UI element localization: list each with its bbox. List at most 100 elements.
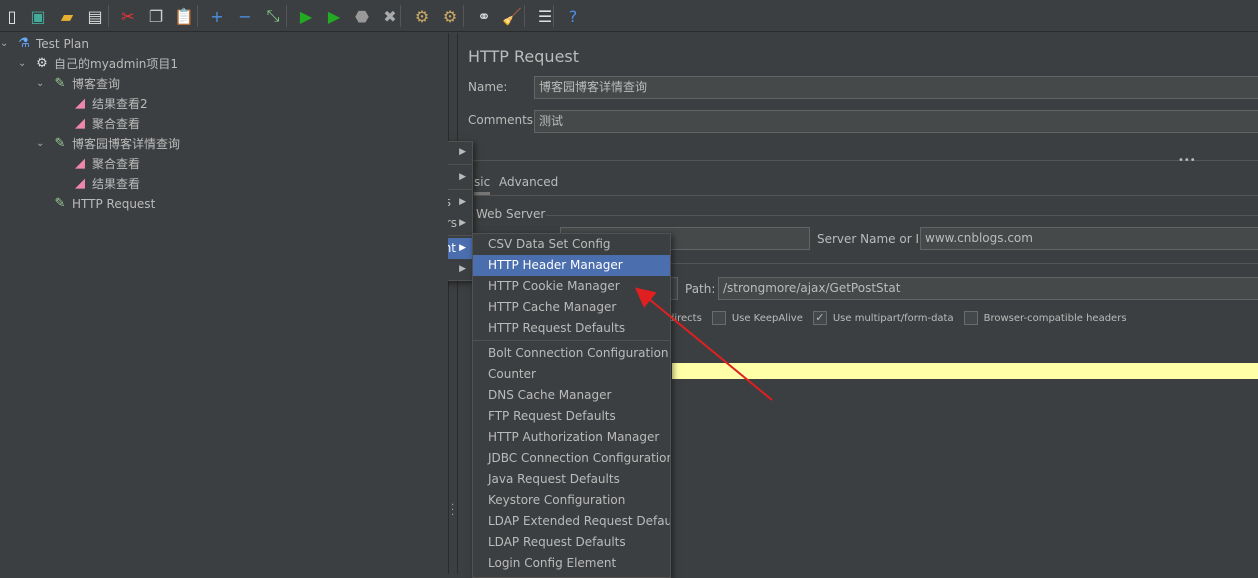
menu-item-csv-data-set-config[interactable]: CSV Data Set Config [473,234,670,255]
toolbar-separator [553,5,554,27]
tree-node[interactable]: ◢ 结果查看 [56,174,140,194]
test-plan-tree: ⌄ ⚗ Test Plan ⌄ ⚙ 自己的myadmin项目1 ⌄ ✎ 博客查询 ◢ 结果查看2 ◢ 聚… [0,33,448,574]
keepalive-checkbox[interactable]: Use KeepAlive [711,311,803,325]
toolbar-separator [286,5,287,27]
chevron-down-icon[interactable]: ⌄ [0,34,12,54]
tree-node[interactable]: ⌄ ⚗ Test Plan [0,34,89,54]
multipart-checkbox[interactable]: ✓ Use multipart/form-data [812,311,954,325]
new-icon[interactable]: ▯ [1,5,23,27]
menu-item-http-authorization-manager[interactable]: HTTP Authorization Manager [473,427,670,448]
clear-icon[interactable]: ⚙ [411,5,433,27]
paste-icon[interactable]: 📋 [173,5,195,27]
reset-search-icon[interactable]: 🧹 [501,5,523,27]
menu-item-java-request-defaults[interactable]: Java Request Defaults [473,469,670,490]
path-input[interactable]: /strongmore/ajax/GetPostStat [718,277,1258,300]
server-label: Server Name or IP: [817,232,931,246]
chevron-down-icon[interactable]: ⌄ [36,134,48,154]
help-icon[interactable]: ? [562,5,584,27]
tree-node[interactable]: ✎ HTTP Request [36,194,156,214]
web-server-label: Web Server [476,207,546,221]
chevron-down-icon[interactable]: ⌄ [18,54,30,74]
submenu-arrow-icon: ▶ [459,218,466,228]
menu-item-label: Login Config Element [488,556,617,570]
menu-item-dns-cache-manager[interactable]: DNS Cache Manager [473,385,670,406]
menu-item-http-request-defaults[interactable]: HTTP Request Defaults [473,318,670,339]
save-icon[interactable]: ▤ [84,5,106,27]
menu-item-label: HTTP Header Manager [488,258,623,272]
clear-all-icon[interactable]: ⚙ [439,5,461,27]
browser-headers-checkbox[interactable]: Browser-compatible headers [963,311,1127,325]
tree-node[interactable]: ◢ 结果查看2 [56,94,148,114]
flask-icon: ⚗ [18,36,30,51]
menu-item-counter[interactable]: Counter [473,364,670,385]
chevron-down-icon[interactable]: ⌄ [36,74,48,94]
name-input[interactable]: 博客园博客详情查询 [534,76,1258,99]
menu-item-label: HTTP Authorization Manager [488,430,660,444]
menu-item-http-header-manager[interactable]: HTTP Header Manager [473,255,670,276]
stop-icon[interactable]: ⬣ [351,5,373,27]
tree-node[interactable]: ⌄ ✎ 博客园博客详情查询 [36,134,180,154]
copy-icon[interactable]: ❐ [145,5,167,27]
splitter-handle[interactable]: · · · [448,33,458,574]
tab-basic[interactable]: sic [474,175,491,195]
menu-item-ldap-request-defaults[interactable]: LDAP Request Defaults [473,532,670,553]
shutdown-icon[interactable]: ✖ [379,5,401,27]
tree-node[interactable]: ⌄ ⚙ 自己的myadmin项目1 [18,54,178,74]
submenu-arrow-icon: ▶ [459,172,466,182]
tab-advanced[interactable]: Advanced [499,175,558,189]
multipart-label: Use multipart/form-data [832,313,954,324]
highlight-bar [672,363,1258,379]
menu-item-keystore-configuration[interactable]: Keystore Configuration [473,490,670,511]
menu-item-label: HTTP Cache Manager [488,300,617,314]
open-icon[interactable]: ▰ [56,5,78,27]
menu-item-ftp-request-defaults[interactable]: FTP Request Defaults [473,406,670,427]
tree-node-label: 结果查看2 [92,97,148,111]
menu-item-http-cookie-manager[interactable]: HTTP Cookie Manager [473,276,670,297]
panel-title: HTTP Request [468,47,580,66]
group-border [546,215,1258,216]
server-input[interactable]: www.cnblogs.com [920,227,1258,250]
expand-icon[interactable]: + [206,5,228,27]
tree-node-label: 博客园博客详情查询 [72,137,181,151]
config-element-submenu: CSV Data Set Config HTTP Header Manager HT… [472,233,671,578]
divider [468,160,1258,161]
menu-item-http-cache-manager[interactable]: HTTP Cache Manager [473,297,670,318]
collapse-icon[interactable]: − [234,5,256,27]
listener-icon: ◢ [75,96,85,111]
menu-item-jdbc-connection-configuration[interactable]: JDBC Connection Configuration [473,448,670,469]
listener-icon: ◢ [75,116,85,131]
cut-icon[interactable]: ✂ [117,5,139,27]
menu-item-label: CSV Data Set Config [488,237,611,251]
menu-item-ldap-extended-request-defaults[interactable]: LDAP Extended Request Defaults [473,511,670,532]
submenu-arrow-icon: ▶ [459,197,466,207]
tree-node-label: 结果查看 [92,177,141,191]
templates-icon[interactable]: ▣ [27,5,49,27]
toolbar-separator [108,5,109,27]
menu-item-label: FTP Request Defaults [488,409,616,423]
tree-node[interactable]: ⌄ ✎ 博客查询 [36,74,120,94]
listener-icon: ◢ [75,176,85,191]
menu-item-bolt-connection-configuration[interactable]: Bolt Connection Configuration [473,343,670,364]
tree-node-label: 自己的myadmin项目1 [54,57,179,71]
comments-input[interactable]: 测试 [534,110,1258,133]
toolbar: ▯ ▣ ▰ ▤ ✂ ❐ 📋 + − ⤡ ▶ ▶ ⬣ ✖ ⚙ ⚙ ⚭ 🧹 ☰? [0,0,1258,32]
options-row: directs Use KeepAlive ✓ Use multipart/for… [668,311,1127,325]
start-icon[interactable]: ▶ [295,5,317,27]
tree-node[interactable]: ◢ 聚合查看 [56,114,140,134]
tree-node[interactable]: ◢ 聚合查看 [56,154,140,174]
search-icon[interactable]: ⚭ [473,5,495,27]
tree-node-label: 聚合查看 [92,157,141,171]
name-label: Name: [468,80,508,94]
start-no-pause-icon[interactable]: ▶ [323,5,345,27]
toolbar-separator [400,5,401,27]
listener-icon: ◢ [75,156,85,171]
checkmark-icon: ✓ [812,311,827,325]
menu-item-login-config-element[interactable]: Login Config Element [473,553,670,574]
path-label: Path: [685,282,716,296]
more-icon[interactable]: ••• [1178,155,1196,166]
menu-item-label: LDAP Extended Request Defaults [488,514,671,528]
menu-item-label: Counter [488,367,536,381]
toolbar-separator [524,5,525,27]
sampler-icon: ✎ [54,196,66,211]
toggle-icon[interactable]: ⤡ [262,5,284,27]
